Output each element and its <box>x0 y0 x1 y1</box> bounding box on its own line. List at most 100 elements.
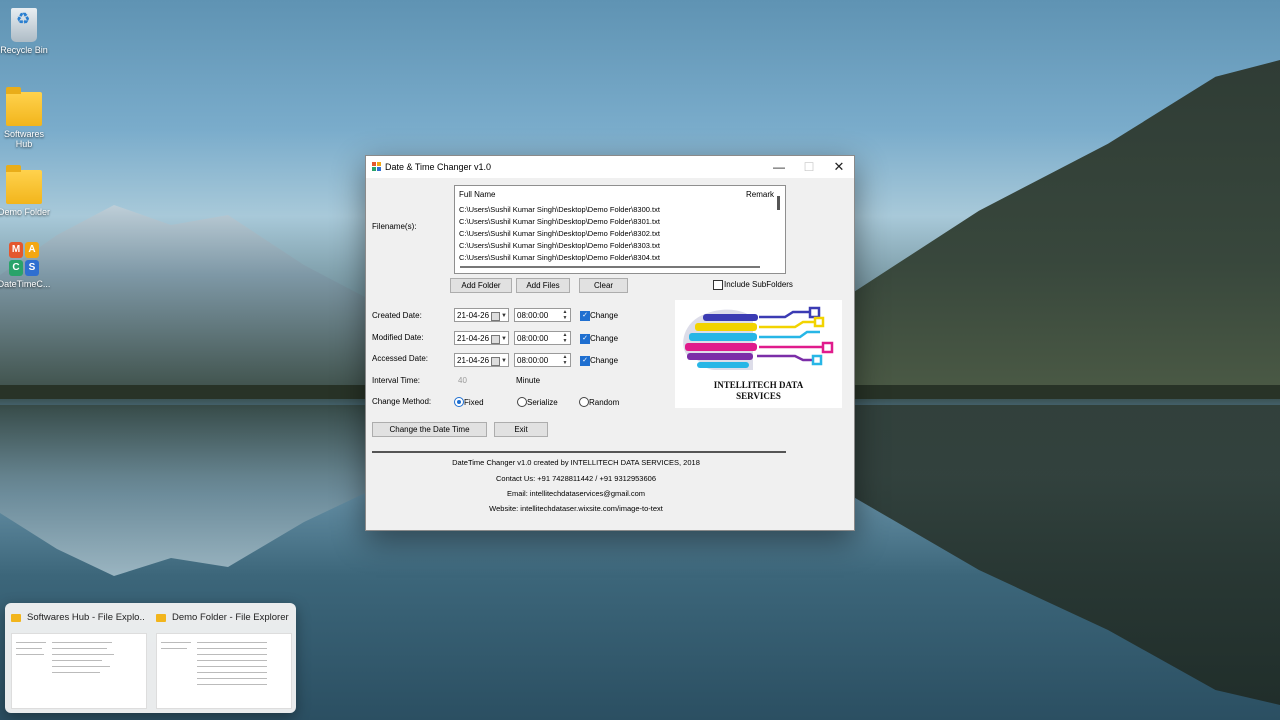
desktop-icon-datetime-changer[interactable]: MACS DateTimeC... <box>0 242 59 289</box>
interval-unit-label: Minute <box>516 376 541 385</box>
accessed-date-label: Accessed Date: <box>372 354 429 363</box>
method-random-label: Random <box>589 398 620 407</box>
interval-time-input[interactable]: 40 <box>458 376 508 388</box>
desktop-icon-label: Softwares Hub <box>3 129 45 149</box>
desktop-icon-recycle-bin[interactable]: ♻ Recycle Bin <box>0 8 59 55</box>
calendar-icon <box>491 357 500 366</box>
preview-thumbnail <box>11 633 147 709</box>
separator <box>372 451 786 453</box>
desktop-icon-label: Demo Folder <box>0 207 51 217</box>
preview-title: Softwares Hub - File Explo... <box>27 612 145 623</box>
lake-reflection <box>850 405 1280 705</box>
list-item[interactable]: C:\Users\Sushil Kumar Singh\Desktop\Demo… <box>459 204 771 216</box>
add-files-button[interactable]: Add Files <box>516 278 570 293</box>
horizontal-scrollbar[interactable] <box>460 266 760 268</box>
modified-time-field[interactable]: 08:00:00 ▲ ▼ <box>514 331 571 345</box>
logo-text-line1: INTELLITECH DATA <box>713 380 804 390</box>
chevron-down-icon: ▼ <box>501 336 507 342</box>
calendar-icon <box>491 335 500 344</box>
spinner-icon[interactable]: ▲ ▼ <box>561 332 569 344</box>
accessed-date-picker[interactable]: 21-04-26 ▼ <box>454 353 509 367</box>
modified-change-label: Change <box>590 334 619 343</box>
file-list[interactable]: Full Name Remark C:\Users\Sushil Kumar S… <box>454 185 786 274</box>
preview-demo-folder[interactable]: Demo Folder - File Explorer <box>150 603 292 711</box>
folder-icon <box>156 614 166 622</box>
modified-date-picker[interactable]: 21-04-26 ▼ <box>454 331 509 345</box>
app-icon: MACS <box>9 242 39 276</box>
preview-title: Demo Folder - File Explorer <box>172 612 289 623</box>
column-header-fullname[interactable]: Full Name <box>459 190 495 199</box>
footer-created-by: DateTime Changer v1.0 created by INTELLI… <box>452 458 700 467</box>
close-button[interactable]: ✕ <box>826 159 852 175</box>
include-subfolders-label: Include SubFolders <box>724 280 793 289</box>
modified-date-value: 21-04-26 <box>457 334 490 343</box>
app-title-icon <box>372 162 381 171</box>
accessed-date-value: 21-04-26 <box>457 356 490 365</box>
head-logo-icon <box>683 306 834 370</box>
title-bar[interactable]: Date & Time Changer v1.0 — ☐ ✕ <box>366 156 854 178</box>
list-header: Full Name Remark <box>455 186 775 200</box>
window-title: Date & Time Changer v1.0 <box>385 162 492 172</box>
add-folder-button[interactable]: Add Folder <box>450 278 512 293</box>
change-date-time-button[interactable]: Change the Date Time <box>372 422 487 437</box>
recycle-bin-icon: ♻ <box>11 8 37 42</box>
preview-softwares-hub[interactable]: Softwares Hub - File Explo... <box>5 603 147 711</box>
accessed-time-field[interactable]: 08:00:00 ▲ ▼ <box>514 353 571 367</box>
maximize-button[interactable]: ☐ <box>796 159 822 175</box>
desktop-icon-demo-folder[interactable]: Demo Folder <box>0 165 59 217</box>
logo-text-line2: SERVICES <box>736 391 781 401</box>
desktop-icon-label: Recycle Bin <box>0 45 48 55</box>
spinner-icon[interactable]: ▲ ▼ <box>561 354 569 366</box>
list-item[interactable]: C:\Users\Sushil Kumar Singh\Desktop\Demo… <box>459 252 771 264</box>
method-random-radio[interactable] <box>579 397 589 407</box>
desktop-icon-label: DateTimeC... <box>0 279 51 289</box>
accessed-change-checkbox[interactable]: ✓ <box>580 356 590 366</box>
modified-date-label: Modified Date: <box>372 333 424 342</box>
change-method-label: Change Method: <box>372 397 432 406</box>
folder-icon <box>11 614 21 622</box>
calendar-icon <box>491 312 500 321</box>
mountain-scenery <box>0 205 380 395</box>
chevron-down-icon: ▼ <box>501 358 507 364</box>
footer-email: Email: intellitechdataservices@gmail.com <box>506 489 646 498</box>
clear-button[interactable]: Clear <box>579 278 628 293</box>
list-item[interactable]: C:\Users\Sushil Kumar Singh\Desktop\Demo… <box>459 228 771 240</box>
created-time-field[interactable]: 08:00:00 ▲ ▼ <box>514 308 571 322</box>
created-date-value: 21-04-26 <box>457 311 490 320</box>
accessed-time-value: 08:00:00 <box>517 356 549 365</box>
lake-reflection <box>0 405 380 576</box>
list-item[interactable]: C:\Users\Sushil Kumar Singh\Desktop\Demo… <box>459 216 771 228</box>
method-serialize-label: Serialize <box>527 398 558 407</box>
folder-icon <box>6 87 42 126</box>
vertical-scrollbar[interactable] <box>777 196 780 210</box>
method-serialize-radio[interactable] <box>517 397 527 407</box>
exit-button[interactable]: Exit <box>494 422 548 437</box>
minimize-button[interactable]: — <box>766 159 792 175</box>
folder-icon <box>6 165 42 204</box>
created-date-picker[interactable]: 21-04-26 ▼ <box>454 308 509 322</box>
accessed-change-label: Change <box>590 356 619 365</box>
include-subfolders-checkbox[interactable] <box>713 280 723 290</box>
modified-change-checkbox[interactable]: ✓ <box>580 334 590 344</box>
modified-time-value: 08:00:00 <box>517 334 549 343</box>
app-window: Date & Time Changer v1.0 — ☐ ✕ Filename(… <box>365 155 855 531</box>
method-fixed-label: Fixed <box>464 398 484 407</box>
interval-time-label: Interval Time: <box>372 376 421 385</box>
spinner-icon[interactable]: ▲ ▼ <box>561 309 569 321</box>
footer-website: Website: intellitechdataser.wixsite.com/… <box>489 504 663 513</box>
preview-thumbnail <box>156 633 292 709</box>
filenames-label: Filename(s): <box>372 222 417 231</box>
created-date-label: Created Date: <box>372 311 422 320</box>
taskbar-preview-group: Softwares Hub - File Explo... Demo Folde… <box>5 603 296 713</box>
method-fixed-radio[interactable] <box>454 397 464 407</box>
created-change-checkbox[interactable]: ✓ <box>580 311 590 321</box>
desktop-icon-softwares-hub[interactable]: Softwares Hub <box>0 87 59 149</box>
hills-scenery <box>850 60 1280 395</box>
footer-contact: Contact Us: +91 7428811442 / +91 9312953… <box>496 474 656 483</box>
company-logo: INTELLITECH DATA SERVICES <box>675 300 842 408</box>
chevron-down-icon: ▼ <box>501 313 507 319</box>
list-item[interactable]: C:\Users\Sushil Kumar Singh\Desktop\Demo… <box>459 240 771 252</box>
column-header-remark[interactable]: Remark <box>746 190 774 199</box>
created-time-value: 08:00:00 <box>517 311 549 320</box>
created-change-label: Change <box>590 311 619 320</box>
